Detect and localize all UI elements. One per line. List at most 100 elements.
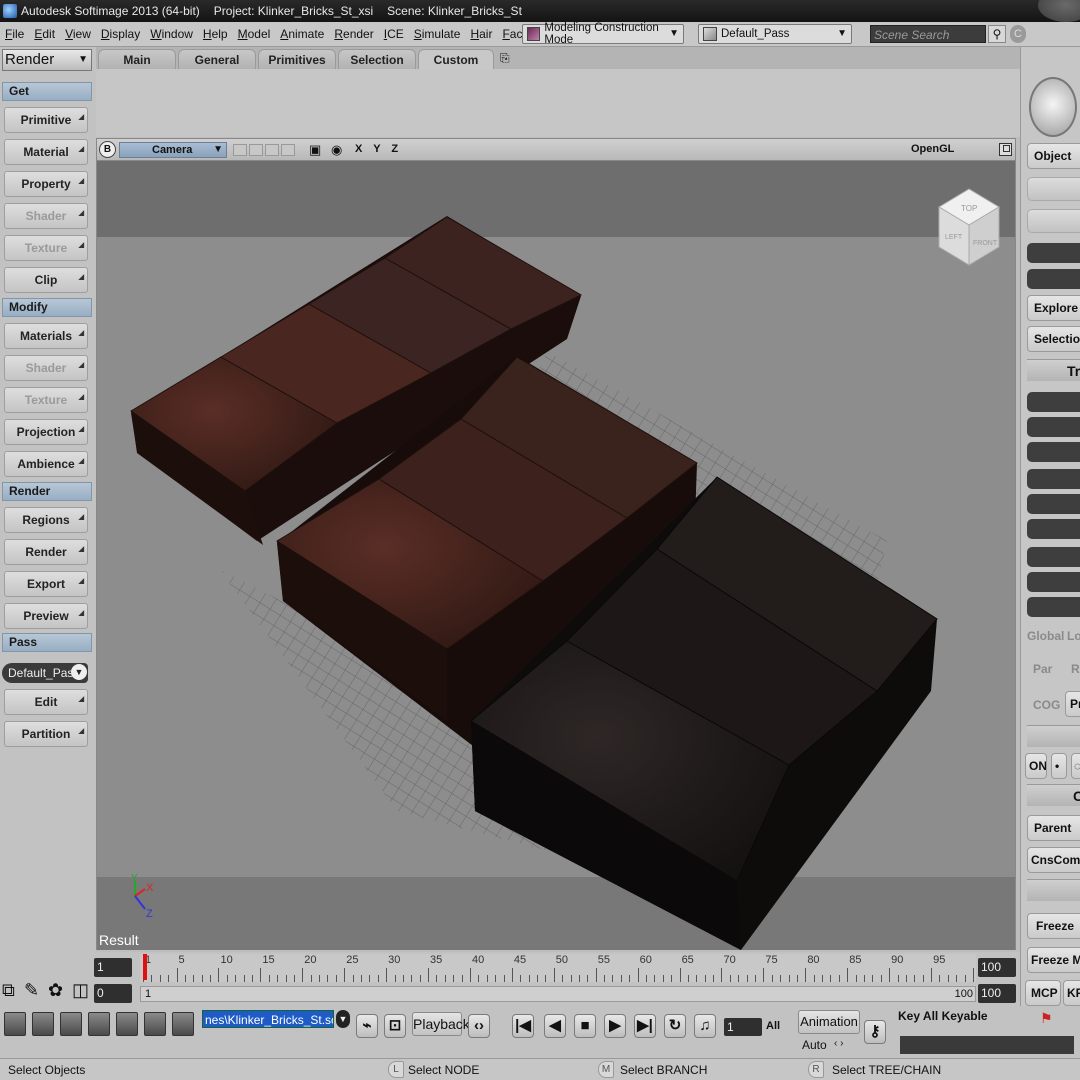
modify-texture-button[interactable]: Texture ◢ <box>4 387 88 413</box>
cnscomp-button[interactable]: CnsComp <box>1027 847 1080 873</box>
audio-icon[interactable]: ♫ <box>694 1014 716 1038</box>
transform-slot-2[interactable] <box>1027 417 1080 437</box>
menu-ice[interactable]: ICE <box>379 27 409 41</box>
object-button[interactable]: Object <box>1027 143 1080 169</box>
render-regions-button[interactable]: Regions ◢ <box>4 507 88 533</box>
construction-mode-dropdown[interactable]: Modeling Construction Mode ▼ <box>522 22 684 46</box>
axis-toggles[interactable]: X Y Z <box>355 143 402 155</box>
snap-option-1[interactable]: • <box>1051 753 1067 779</box>
menu-file[interactable]: File <box>0 27 29 41</box>
timeline-start-field[interactable]: 1 <box>94 958 132 977</box>
pass-partition-button[interactable]: Partition ◢ <box>4 721 88 747</box>
key-all-keyable-label[interactable]: Key All Keyable <box>898 1009 988 1023</box>
layout-side-icon[interactable] <box>88 1012 110 1036</box>
mcp-tab[interactable]: MCP <box>1025 980 1061 1006</box>
get-property-button[interactable]: Property ◢ <box>4 171 88 197</box>
viewport-toggle-1[interactable] <box>233 144 247 156</box>
timeline-range-slider[interactable]: 1 100 <box>140 986 976 1002</box>
tab-general[interactable]: General <box>178 49 256 69</box>
playback-button[interactable]: Playback <box>412 1012 470 1036</box>
brush-icon[interactable]: ✎ <box>24 980 39 1001</box>
viewport-toggle-4[interactable] <box>281 144 295 156</box>
command-field[interactable] <box>900 1036 1074 1054</box>
timeline-end-field[interactable]: 100 <box>978 958 1016 977</box>
scene-search-input[interactable]: Scene Search <box>870 25 986 43</box>
get-shader-button[interactable]: Shader ◢ <box>4 203 88 229</box>
layout-custom-icon[interactable] <box>172 1012 194 1036</box>
camera-dropdown[interactable]: Camera ▼ <box>119 142 227 158</box>
transform-slot-7[interactable] <box>1027 547 1080 567</box>
animation-mode-button[interactable]: Animation <box>798 1010 860 1034</box>
stop-icon[interactable]: ■ <box>574 1014 596 1038</box>
constrain-header[interactable]: Co <box>1027 784 1080 806</box>
warning-icon[interactable]: ⚑ <box>1040 1010 1053 1027</box>
render-preview-button[interactable]: Preview ◢ <box>4 603 88 629</box>
render-render-button[interactable]: Render ◢ <box>4 539 88 565</box>
viewport-letter-button[interactable]: B <box>99 141 116 158</box>
freeze-button[interactable]: Freeze <box>1027 913 1080 939</box>
get-primitive-button[interactable]: Primitive ◢ <box>4 107 88 133</box>
tab-primitives[interactable]: Primitives <box>258 49 336 69</box>
timeline-end-field-2[interactable]: 100 <box>978 984 1016 1003</box>
section-modify[interactable]: Modify <box>2 298 92 317</box>
cog-toggle[interactable]: COG <box>1033 698 1060 712</box>
tab-selection[interactable]: Selection <box>338 49 416 69</box>
c-button[interactable]: C <box>1010 25 1026 43</box>
renderer-label[interactable]: OpenGL <box>911 143 954 155</box>
modify-projection-button[interactable]: Projection ◢ <box>4 419 88 445</box>
lock-icon[interactable]: ⊡ <box>384 1014 406 1038</box>
transform-slot-3[interactable] <box>1027 442 1080 462</box>
last-frame-icon[interactable]: ▶| <box>634 1014 656 1038</box>
menu-model[interactable]: Model <box>233 27 276 41</box>
palette-icon[interactable]: ✿ <box>48 980 63 1001</box>
modify-materials-button[interactable]: Materials ◢ <box>4 323 88 349</box>
timeline-ruler[interactable]: 1 5 10 15 20 25 30 35 40 45 50 55 60 65 70 75 80 85 90 95 <box>140 954 976 982</box>
r-toggle[interactable]: R <box>1071 662 1080 676</box>
global-toggle[interactable]: Global <box>1027 629 1064 643</box>
tab-custom[interactable]: Custom <box>418 49 494 69</box>
key-icon[interactable]: ⚷ <box>864 1020 886 1044</box>
chevron-down-icon[interactable]: ▼ <box>336 1010 350 1028</box>
get-texture-button[interactable]: Texture ◢ <box>4 235 88 261</box>
eye-icon[interactable]: ◉ <box>331 142 342 158</box>
mcp-dark-slot-1[interactable] <box>1027 243 1080 263</box>
edit-header[interactable] <box>1027 879 1080 901</box>
par-toggle[interactable]: Par <box>1033 662 1052 676</box>
scene-render[interactable]: TOP LEFT FRONT Y X Z <box>97 161 1015 950</box>
transform-slot-5[interactable] <box>1027 494 1080 514</box>
select-cursor-icon[interactable] <box>1029 77 1077 137</box>
mcp-slot-1[interactable] <box>1027 177 1080 201</box>
play-backward-icon[interactable]: ◀ <box>544 1014 566 1038</box>
loop-icon[interactable]: ↻ <box>664 1014 686 1038</box>
layout-split-icon[interactable] <box>144 1012 166 1036</box>
section-get[interactable]: Get <box>2 82 92 101</box>
transform-slot-6[interactable] <box>1027 519 1080 539</box>
pr-button[interactable]: Pr <box>1065 691 1080 717</box>
render-export-button[interactable]: Export ◢ <box>4 571 88 597</box>
pass-dropdown[interactable]: Default_Pass ▼ <box>698 24 852 44</box>
viewport[interactable]: B Camera ▼ ▣ ◉ X Y Z OpenGL TOP LEFT FRO… <box>96 138 1016 950</box>
modify-shader-button[interactable]: Shader ◢ <box>4 355 88 381</box>
freeze-m-button[interactable]: Freeze M <box>1027 947 1080 973</box>
menu-animate[interactable]: Animate <box>275 27 329 41</box>
viewport-toggle-2[interactable] <box>249 144 263 156</box>
section-render[interactable]: Render <box>2 482 92 501</box>
menu-display[interactable]: Display <box>96 27 145 41</box>
parent-button[interactable]: Parent <box>1027 815 1080 841</box>
key-nav-icon[interactable]: ‹ › <box>834 1038 843 1049</box>
play-forward-icon[interactable]: ▶ <box>604 1014 626 1038</box>
get-clip-button[interactable]: Clip ◢ <box>4 267 88 293</box>
tab-main[interactable]: Main <box>98 49 176 69</box>
window-controls[interactable] <box>1038 0 1080 22</box>
transform-slot-8[interactable] <box>1027 572 1080 592</box>
section-pass[interactable]: Pass <box>2 633 92 652</box>
add-tab-icon[interactable]: ⎘ <box>500 51 510 66</box>
local-toggle[interactable]: Loc <box>1067 629 1080 643</box>
kp-tab[interactable]: KP <box>1063 980 1080 1006</box>
menu-help[interactable]: Help <box>198 27 233 41</box>
menu-edit[interactable]: Edit <box>29 27 60 41</box>
current-frame-field[interactable]: 1 <box>724 1018 762 1036</box>
selection-button[interactable]: Selection <box>1027 326 1080 352</box>
module-dropdown[interactable]: Render ▼ <box>2 49 92 71</box>
on-toggle[interactable]: ON <box>1025 753 1047 779</box>
